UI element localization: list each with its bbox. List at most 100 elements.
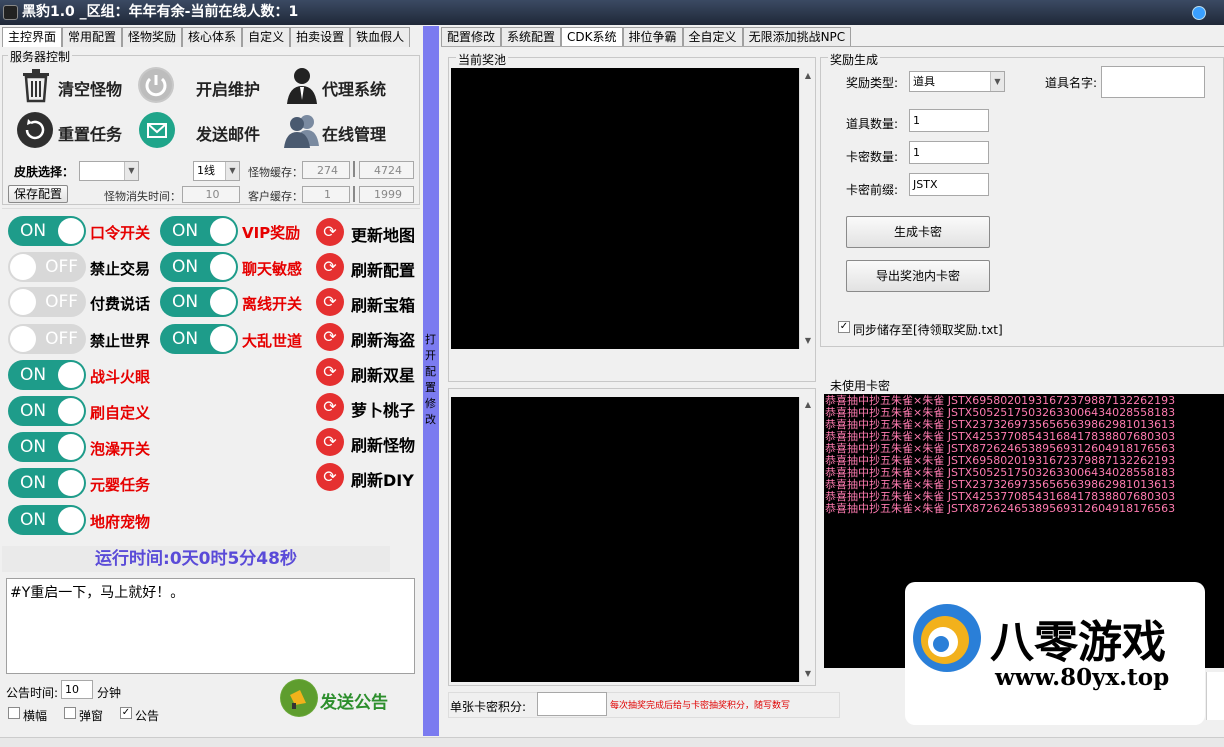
tab-right-2[interactable]: 系统配置: [501, 27, 562, 47]
announce-check-3[interactable]: ✓: [120, 707, 132, 719]
clear-monsters-button[interactable]: 清空怪物: [58, 76, 122, 100]
refresh-button-label[interactable]: 更新地图: [351, 222, 415, 246]
refresh-button-label[interactable]: 刷新宝箱: [351, 292, 415, 316]
maintenance-button[interactable]: 开启维护: [196, 76, 260, 100]
tab-4[interactable]: 核心体系: [182, 27, 243, 47]
skin-label: 皮肤选择：: [14, 165, 75, 179]
toggle-switch[interactable]: ON: [160, 324, 238, 354]
toggle-switch[interactable]: ON: [8, 396, 86, 426]
reward-type-select[interactable]: 道具 ▼: [909, 71, 1005, 92]
power-icon[interactable]: [138, 67, 174, 103]
tab-6[interactable]: 拍卖设置: [290, 27, 351, 47]
tab-right-3[interactable]: CDK系统: [561, 27, 623, 47]
toggle-switch[interactable]: ON: [8, 468, 86, 498]
single-points-label: 单张卡密积分:: [450, 700, 527, 714]
send-announcement-button[interactable]: 发送公告: [320, 688, 388, 713]
export-cards-button[interactable]: 导出奖池内卡密: [846, 260, 990, 292]
item-qty-input[interactable]: 1: [909, 109, 989, 132]
refresh-icon[interactable]: ⟳: [316, 428, 344, 456]
tab-3[interactable]: 怪物奖励: [122, 27, 183, 47]
unused-cards-label: 未使用卡密: [830, 379, 891, 393]
refresh-button-label[interactable]: 刷新配置: [351, 257, 415, 281]
tab-right-4[interactable]: 排位争霸: [622, 27, 683, 47]
agent-system-button[interactable]: 代理系统: [322, 76, 386, 100]
monster-cache-b[interactable]: 4724: [359, 161, 414, 179]
refresh-icon[interactable]: ⟳: [316, 323, 344, 351]
tab-1[interactable]: 主控界面: [2, 27, 63, 47]
announce-check-1[interactable]: [8, 707, 20, 719]
toggle-switch[interactable]: OFF: [8, 287, 86, 317]
refresh-button-label[interactable]: 萝卜桃子: [351, 397, 415, 421]
toggle-knob: [58, 362, 84, 388]
toggle-state-text: ON: [20, 221, 47, 241]
tab-7[interactable]: 铁血假人: [350, 27, 411, 47]
toggle-state-text: ON: [172, 329, 199, 349]
tab-5[interactable]: 自定义: [242, 27, 291, 47]
monster-vanish-input[interactable]: 10: [182, 186, 240, 203]
tab-right-6[interactable]: 无限添加挑战NPC: [742, 27, 852, 47]
refresh-icon[interactable]: ⟳: [316, 218, 344, 246]
toggle-label: 离线开关: [242, 295, 303, 313]
announcement-time-input[interactable]: 10: [61, 680, 93, 699]
refresh-icon[interactable]: ⟳: [316, 393, 344, 421]
toggle-switch[interactable]: ON: [160, 216, 238, 246]
reset-tasks-button[interactable]: 重置任务: [58, 121, 122, 145]
refresh-icon[interactable]: ⟳: [316, 288, 344, 316]
toggle-switch[interactable]: ON: [160, 287, 238, 317]
list-item[interactable]: 恭喜抽中抄五朱雀×朱雀 JSTX872624653895693126049181…: [825, 503, 1223, 515]
prize-pool-scrollbar[interactable]: ▲ ▼: [799, 68, 815, 349]
toggle-switch[interactable]: OFF: [8, 324, 86, 354]
monster-cache-a[interactable]: 274: [302, 161, 350, 179]
online-manage-button[interactable]: 在线管理: [322, 121, 386, 145]
save-config-button[interactable]: 保存配置: [8, 185, 68, 203]
refresh-icon[interactable]: ⟳: [316, 463, 344, 491]
refresh-button-label[interactable]: 刷新双星: [351, 362, 415, 386]
toggle-switch[interactable]: OFF: [8, 252, 86, 282]
toggle-switch[interactable]: ON: [8, 216, 86, 246]
toggle-switch[interactable]: ON: [8, 505, 86, 535]
mail-icon[interactable]: [139, 112, 175, 148]
output-list[interactable]: ▲ ▼: [451, 397, 815, 682]
gem-icon[interactable]: [1192, 6, 1206, 20]
generate-card-button[interactable]: 生成卡密: [846, 216, 990, 248]
refresh-button-label[interactable]: 刷新怪物: [351, 432, 415, 456]
online-users-icon[interactable]: [283, 112, 321, 148]
tab-2[interactable]: 常用配置: [62, 27, 123, 47]
output-scrollbar[interactable]: ▲ ▼: [799, 397, 815, 682]
item-name-input[interactable]: [1101, 66, 1205, 98]
card-prefix-input[interactable]: JSTX: [909, 173, 989, 196]
refresh-button-label[interactable]: 刷新海盗: [351, 327, 415, 351]
card-qty-label: 卡密数量:: [846, 150, 899, 164]
tab-right-1[interactable]: 配置修改: [441, 27, 502, 47]
toggle-label: VIP奖励: [242, 224, 301, 242]
agent-icon[interactable]: [285, 66, 319, 104]
toggle-switch[interactable]: ON: [8, 432, 86, 462]
megaphone-icon[interactable]: [280, 679, 318, 717]
client-cache-a[interactable]: 1: [302, 186, 350, 203]
tab-right-5[interactable]: 全自定义: [682, 27, 743, 47]
client-cache-b[interactable]: 1999: [359, 186, 414, 203]
skin-select[interactable]: ▼: [79, 161, 139, 181]
hidden-panel-edge: [1206, 672, 1224, 720]
toggle-state-text: ON: [20, 401, 47, 421]
announcement-textarea[interactable]: #Y重启一下，马上就好！。: [6, 578, 415, 674]
refresh-icon[interactable]: ⟳: [316, 253, 344, 281]
single-points-input[interactable]: [537, 692, 607, 716]
sync-checkbox[interactable]: ✓: [838, 321, 850, 333]
send-mail-button[interactable]: 发送邮件: [196, 121, 260, 145]
refresh-icon[interactable]: ⟳: [316, 358, 344, 386]
config-splitter[interactable]: 打开配置修改: [423, 26, 439, 736]
refresh-button-label[interactable]: 刷新DIY: [351, 467, 414, 491]
reset-icon[interactable]: [17, 112, 53, 148]
prize-pool-list[interactable]: ▲ ▼: [451, 68, 815, 349]
toggle-switch[interactable]: ON: [8, 360, 86, 390]
announce-check-2[interactable]: [64, 707, 76, 719]
status-bar: [0, 737, 1224, 747]
trash-icon[interactable]: [20, 67, 52, 103]
toggle-label: 大乱世道: [242, 332, 303, 350]
line-select[interactable]: 1线 ▼: [193, 161, 240, 181]
toggle-switch[interactable]: ON: [160, 252, 238, 282]
toggle-state-text: ON: [20, 510, 47, 530]
splitter-label: 打开配置修改: [425, 333, 436, 426]
card-qty-input[interactable]: 1: [909, 141, 989, 164]
